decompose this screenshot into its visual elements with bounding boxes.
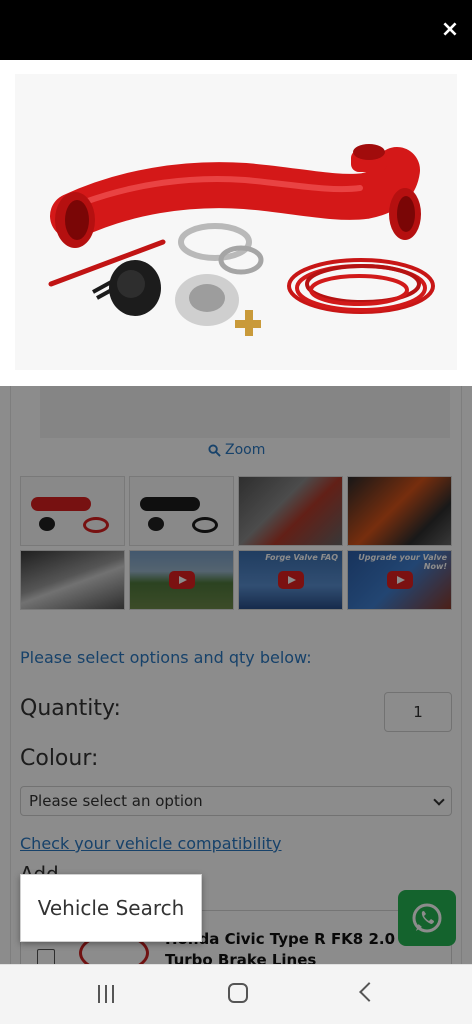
back-icon[interactable] <box>359 982 379 1002</box>
recent-apps-icon[interactable] <box>96 985 116 1003</box>
product-photo <box>15 74 457 370</box>
lightbox-header: × <box>0 0 472 60</box>
lightbox-panel <box>0 60 472 386</box>
close-icon[interactable]: × <box>438 18 462 42</box>
vehicle-search-button[interactable]: Vehicle Search <box>20 874 202 942</box>
home-icon[interactable] <box>228 983 248 1003</box>
system-nav-bar <box>0 964 472 1024</box>
